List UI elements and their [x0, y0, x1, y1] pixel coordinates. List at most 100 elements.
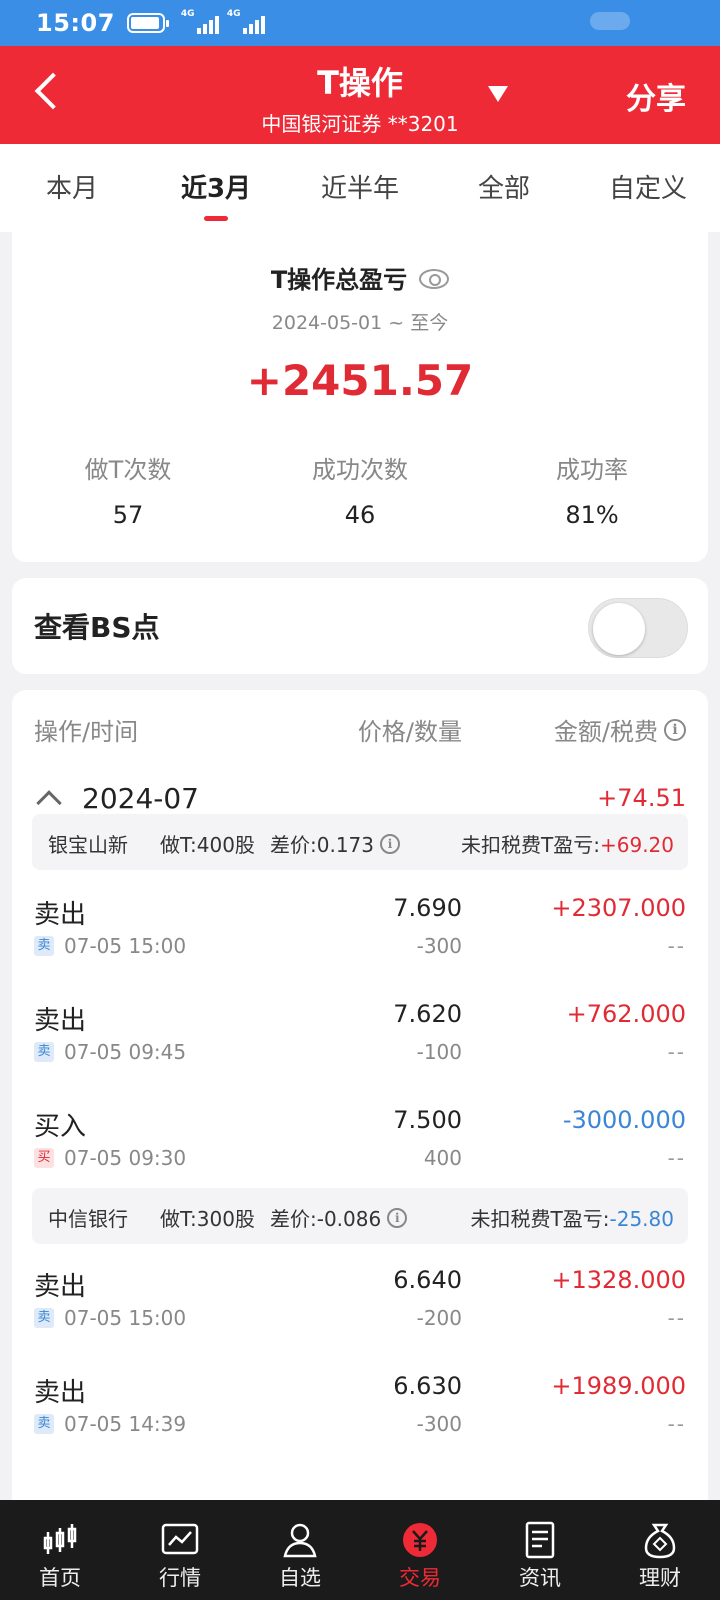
stat-t-count: 做T次数 57	[12, 450, 244, 529]
trade-action: 卖出	[34, 1272, 87, 1302]
info-icon[interactable]: i	[387, 1207, 408, 1228]
status-time: 15:07	[36, 9, 115, 37]
trade-time: 07-05 09:30	[64, 1146, 187, 1170]
tab-custom[interactable]: 自定义	[576, 144, 720, 232]
tab-half-year[interactable]: 近半年	[288, 144, 432, 232]
nav-label: 首页	[39, 1566, 81, 1590]
info-icon[interactable]: i	[664, 718, 686, 741]
account-subtitle: 中国银河证券 **3201	[261, 112, 459, 136]
tab-this-month[interactable]: 本月	[0, 144, 144, 232]
nav-wealth[interactable]: 理财	[600, 1500, 720, 1600]
sell-tag-icon: 卖	[34, 1414, 54, 1434]
untaxed-profit: 未扣税费T盈亏:+69.20	[461, 833, 674, 857]
period-tabs: 本月 近3月 近半年 全部 自定义	[0, 144, 720, 232]
trade-time: 07-05 09:45	[64, 1040, 187, 1064]
nav-market[interactable]: 行情	[120, 1500, 240, 1600]
title-block[interactable]: T操作 中国银河证券 **3201	[0, 58, 720, 137]
document-icon	[525, 1521, 555, 1559]
sell-tag-icon: 卖	[34, 1308, 54, 1328]
trade-amount: -3000.000	[562, 1106, 686, 1134]
trade-price: 6.640	[393, 1266, 462, 1294]
trade-action: 卖出	[34, 1006, 87, 1036]
toggle-knob	[593, 603, 645, 655]
tab-last-3-months[interactable]: 近3月	[144, 144, 288, 232]
month-profit: +74.51	[597, 784, 686, 812]
untaxed-profit: 未扣税费T盈亏:-25.80	[470, 1207, 674, 1231]
summary-title: T操作总盈亏	[270, 266, 408, 294]
price-diff: 差价:0.173 i	[270, 829, 400, 858]
col-amount-fee: 金额/税费 i	[554, 712, 686, 747]
trade-fee: --	[667, 1146, 686, 1170]
month-label: 2024-07	[82, 782, 199, 815]
battery-icon	[126, 13, 169, 33]
candlestick-icon	[43, 1524, 77, 1554]
trade-qty: -200	[416, 1306, 462, 1330]
nav-label: 交易	[399, 1566, 441, 1590]
stat-label: 成功次数	[312, 456, 408, 484]
caret-down-icon[interactable]	[488, 86, 508, 102]
price-diff: 差价:-0.086 i	[270, 1203, 408, 1232]
chevron-up-icon[interactable]	[36, 790, 62, 816]
nav-label: 资讯	[519, 1566, 561, 1590]
trade-amount: +1328.000	[551, 1266, 686, 1294]
nav-news[interactable]: 资讯	[480, 1500, 600, 1600]
trade-amount: +1989.000	[551, 1372, 686, 1400]
info-icon[interactable]: i	[380, 833, 400, 854]
stat-success-rate: 成功率 81%	[476, 450, 708, 529]
chart-icon	[161, 1523, 199, 1555]
tab-all[interactable]: 全部	[432, 144, 576, 232]
trade-fee: --	[667, 1040, 686, 1064]
trade-time: 07-05 15:00	[64, 1306, 187, 1330]
trade-row[interactable]: 卖出 卖 07-05 15:00 7.690 -300 +2307.000 --	[12, 894, 708, 994]
summary-card: T操作总盈亏 2024-05-01 ~ 至今 +2451.57 做T次数 57 …	[12, 232, 708, 562]
t-shares: 做T:300股	[160, 1207, 255, 1231]
trade-qty: 400	[423, 1146, 462, 1170]
t-shares: 做T:400股	[160, 833, 255, 857]
trade-list: 操作/时间 价格/数量 金额/税费 i 2024-07 +74.51 银宝山新 做…	[12, 690, 708, 1500]
stat-label: 做T次数	[84, 456, 172, 484]
signal-icon-2: 4G	[227, 9, 265, 34]
list-header: 操作/时间 价格/数量 金额/税费 i	[12, 712, 708, 752]
money-bag-icon	[644, 1523, 676, 1559]
bs-points-card: 查看BS点	[12, 578, 708, 674]
trade-qty: -300	[416, 934, 462, 958]
trade-row[interactable]: 卖出 卖 07-05 14:39 6.630 -300 +1989.000 --	[12, 1372, 708, 1472]
stock-name: 银宝山新	[48, 833, 128, 857]
nav-label: 自选	[279, 1566, 321, 1590]
status-bar: 15:07 4G 4G	[0, 0, 720, 46]
share-button[interactable]: 分享	[626, 74, 686, 118]
summary-date-range: 2024-05-01 ~ 至今	[271, 312, 449, 334]
trade-amount: +762.000	[566, 1000, 686, 1028]
signal-icon: 4G	[181, 9, 219, 34]
trade-row[interactable]: 卖出 卖 07-05 15:00 6.640 -200 +1328.000 --	[12, 1266, 708, 1366]
trade-action: 卖出	[34, 1378, 87, 1408]
stat-label: 成功率	[556, 456, 628, 484]
stock-name: 中信银行	[48, 1207, 128, 1231]
bs-points-label: 查看BS点	[34, 611, 160, 644]
trade-qty: -300	[416, 1412, 462, 1436]
sell-tag-icon: 卖	[34, 1042, 54, 1062]
trade-row[interactable]: 卖出 卖 07-05 09:45 7.620 -100 +762.000 --	[12, 1000, 708, 1100]
nav-home[interactable]: 首页	[0, 1500, 120, 1600]
eye-icon[interactable]	[419, 269, 450, 289]
trade-price: 6.630	[393, 1372, 462, 1400]
stock-group-header[interactable]: 中信银行 做T:300股 差价:-0.086 i 未扣税费T盈亏:-25.80	[32, 1188, 688, 1244]
col-price-qty: 价格/数量	[357, 718, 462, 746]
total-profit-value: +2451.57	[246, 356, 474, 405]
sell-tag-icon: 卖	[34, 936, 54, 956]
bs-points-toggle[interactable]	[588, 598, 688, 658]
nav-trade[interactable]: 交易	[360, 1500, 480, 1600]
col-action-time: 操作/时间	[34, 718, 139, 746]
nav-watchlist[interactable]: 自选	[240, 1500, 360, 1600]
app-header: T操作 中国银河证券 **3201 分享	[0, 46, 720, 144]
stat-value: 81%	[565, 501, 619, 529]
trade-qty: -100	[416, 1040, 462, 1064]
summary-title-row: T操作总盈亏	[12, 260, 708, 295]
trade-price: 7.620	[393, 1000, 462, 1028]
yuan-icon	[403, 1523, 437, 1557]
trade-action: 买入	[34, 1112, 87, 1142]
buy-tag-icon: 买	[34, 1148, 54, 1168]
stock-group-header[interactable]: 银宝山新 做T:400股 差价:0.173 i 未扣税费T盈亏:+69.20	[32, 814, 688, 870]
nav-label: 理财	[639, 1566, 681, 1590]
trade-price: 7.690	[393, 894, 462, 922]
